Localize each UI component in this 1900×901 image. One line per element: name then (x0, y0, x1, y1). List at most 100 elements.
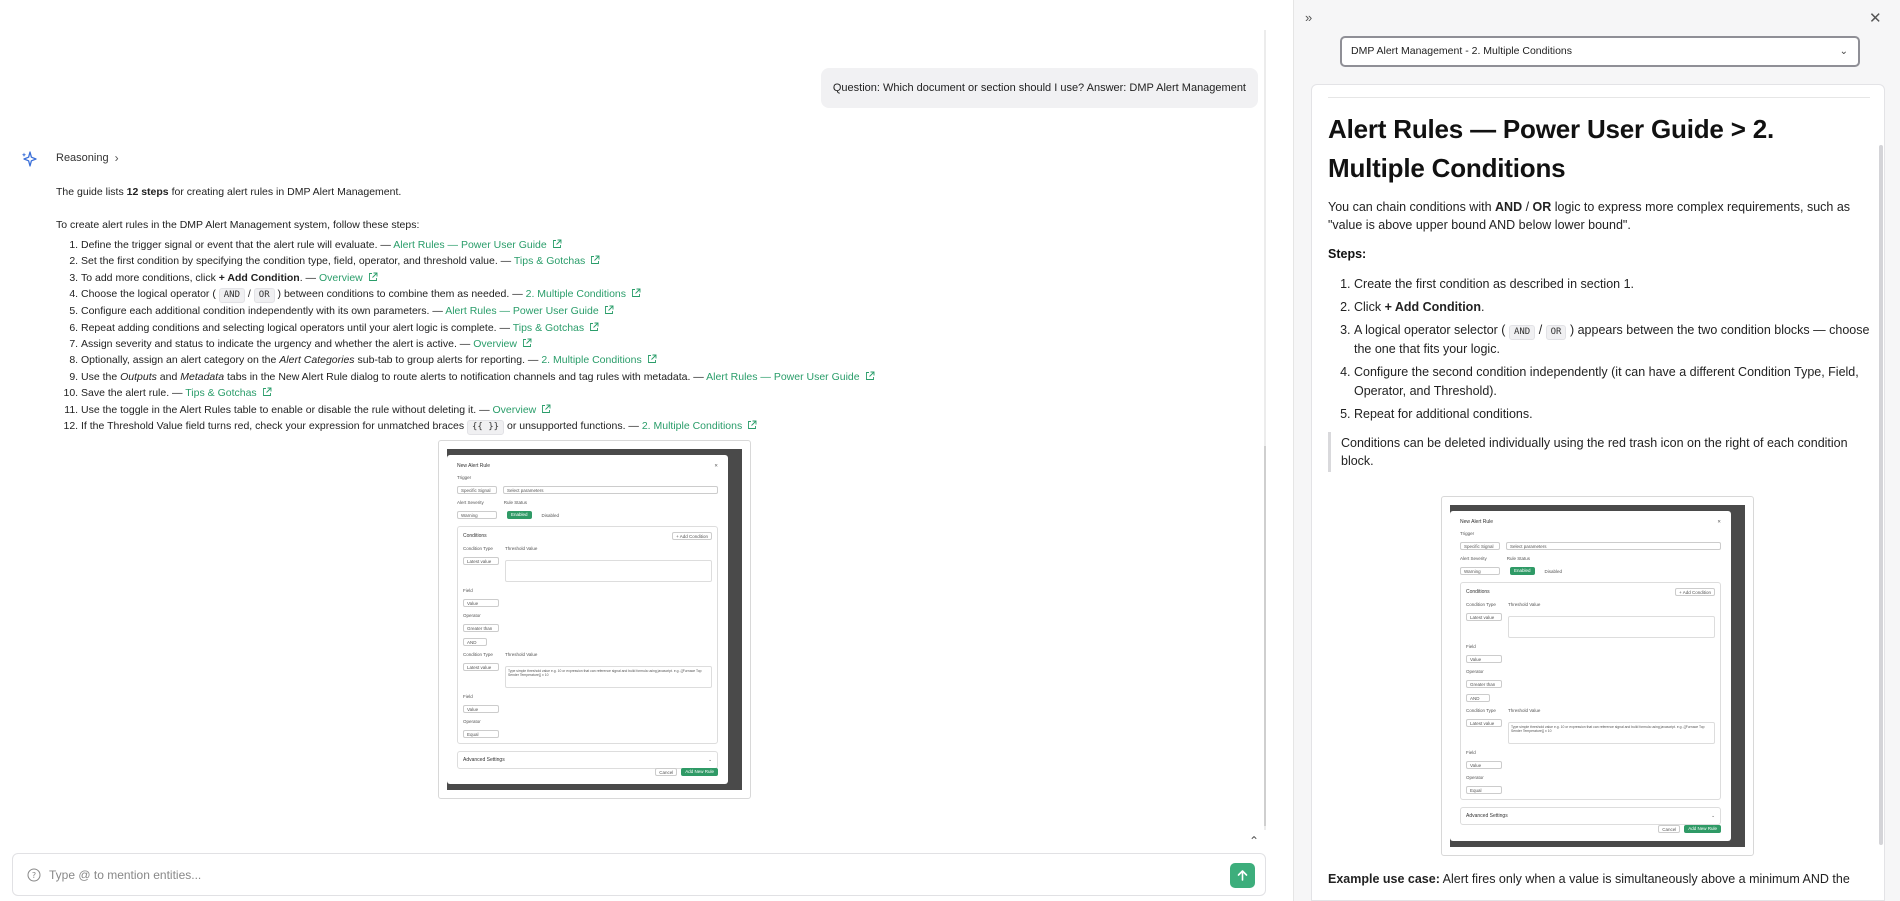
chat-scrollbar-thumb[interactable] (1264, 446, 1266, 826)
dialog-logic-value: AND (1466, 694, 1490, 702)
dialog-element: AND (463, 638, 712, 646)
dialog-field-value: Value (463, 705, 499, 713)
document-select[interactable]: DMP Alert Management - 2. Multiple Condi… (1340, 36, 1860, 67)
dialog-element: New Alert Rule ✕ (457, 463, 718, 469)
text: Use the toggle in the Alert Rules table … (81, 403, 493, 416)
text: / (245, 288, 254, 301)
dialog-element: Specific Signal Select parameters (1460, 542, 1721, 550)
dialog-condition-type-value: Latest value (463, 557, 499, 565)
external-link-icon[interactable] (368, 271, 378, 281)
dialog-condition-type-label: Condition Type (1466, 708, 1496, 713)
steps-heading: Steps: (1328, 247, 1367, 261)
dialog-condition-type-value: Latest value (1466, 613, 1502, 621)
dialog-element: Advanced Settings ⌄ (457, 751, 718, 769)
inline-code: AND (218, 288, 246, 304)
dialog-element: Equal (463, 730, 712, 738)
text: Save the alert rule. — (81, 387, 186, 400)
dialog-condition-type-label: Condition Type (1466, 602, 1496, 607)
dialog-operator-value: Equal (1466, 786, 1502, 794)
help-circle-icon[interactable]: ? (27, 868, 41, 882)
document-scrollbar[interactable] (1879, 145, 1883, 845)
italic-text: Alert Categories (279, 354, 355, 367)
external-link-icon[interactable] (552, 238, 562, 248)
external-link-icon[interactable] (604, 304, 614, 315)
source-link[interactable]: 2. Multiple Conditions (642, 420, 742, 432)
external-link-icon[interactable] (262, 386, 272, 397)
source-link[interactable]: Alert Rules — Power User Guide (706, 371, 859, 383)
external-link-icon[interactable] (522, 337, 532, 347)
scroll-to-top-icon[interactable]: ⌃ (1249, 834, 1259, 848)
dialog-screenshot: New Alert Rule ✕ Trigger Specific Signal … (447, 449, 742, 790)
text: To add more conditions, click (81, 271, 219, 284)
document-title: Alert Rules — Power User Guide > 2. Mult… (1328, 114, 1774, 183)
text: Create the first condition as described … (1354, 277, 1635, 291)
document-step: Configure the second condition independe… (1354, 363, 1870, 401)
dialog-conditions-panel: Conditions + Add Condition Condition Typ… (457, 526, 718, 744)
source-link[interactable]: Tips & Gotchas (514, 255, 585, 267)
dialog-element: Value (1466, 761, 1715, 769)
send-button[interactable] (1230, 863, 1255, 888)
dialog-element: Conditions + Add Condition (1466, 588, 1715, 596)
dialog-conditions-label: Conditions (463, 533, 487, 539)
dialog-condition-type-label: Condition Type (463, 652, 493, 657)
text: Repeat for additional conditions. (1354, 407, 1533, 421)
source-link[interactable]: Tips & Gotchas (185, 387, 256, 399)
text: Repeat adding conditions and selecting l… (81, 321, 513, 334)
new-alert-rule-dialog: New Alert Rule ✕ Trigger Specific Signal … (1450, 511, 1731, 841)
dialog-add-condition: + Add Condition (1675, 588, 1715, 596)
chat-input[interactable] (49, 864, 1199, 886)
dialog-element: Condition Type Threshold Value (463, 652, 712, 657)
external-link-icon[interactable] (647, 353, 657, 364)
text: tabs in the New Alert Rule dialog to rou… (224, 370, 707, 383)
source-link[interactable]: 2. Multiple Conditions (526, 288, 626, 300)
dialog-screenshot-image[interactable]: New Alert Rule ✕ Trigger Specific Signal … (1441, 496, 1754, 856)
dialog-operator-label: Operator (1466, 669, 1484, 674)
close-icon[interactable]: ✕ (1869, 9, 1882, 27)
dialog-advanced-settings: Advanced Settings (1466, 813, 1508, 819)
dialog-operator-value: Equal (463, 730, 499, 738)
answer-steps-list: Define the trigger signal or event that … (81, 237, 1176, 436)
dialog-element: Cancel Add New Rule (655, 768, 718, 776)
dialog-element: Alert Severity Rule Status (457, 500, 718, 505)
external-link-icon[interactable] (589, 321, 599, 331)
source-link[interactable]: Overview (493, 404, 537, 416)
answer-step: Use the Outputs and Metadata tabs in the… (81, 369, 1176, 385)
dialog-screenshot-thumbnail[interactable]: New Alert Rule ✕ Trigger Specific Signal … (438, 440, 751, 799)
source-link[interactable]: Alert Rules — Power User Guide (445, 305, 598, 317)
external-link-icon[interactable] (631, 287, 641, 298)
document-step: Create the first condition as described … (1354, 275, 1870, 294)
dialog-element: Conditions + Add Condition (463, 532, 712, 540)
external-link-icon[interactable] (590, 254, 600, 265)
answer-step: To add more conditions, click + Add Cond… (81, 270, 1176, 286)
answer-summary: The guide lists 12 steps for creating al… (56, 186, 402, 198)
dialog-element: Cancel Add New Rule (1658, 825, 1721, 833)
source-link[interactable]: Overview (473, 338, 517, 350)
dialog-screenshot: New Alert Rule ✕ Trigger Specific Signal … (1450, 505, 1745, 847)
dialog-backdrop: New Alert Rule ✕ Trigger Specific Signal … (447, 449, 742, 790)
assistant-answer: The guide lists 12 steps for creating al… (56, 185, 1176, 436)
text: Set the first condition by specifying th… (81, 255, 514, 268)
dialog-threshold-hint: Type simple threshold value e.g. 10 or e… (1508, 722, 1715, 744)
source-link[interactable]: Overview (319, 272, 363, 284)
source-link[interactable]: Alert Rules — Power User Guide (393, 239, 546, 251)
dialog-element: Operator (463, 719, 712, 724)
dialog-threshold-hint: Type simple threshold value e.g. 10 or e… (505, 666, 712, 688)
italic-text: Outputs (120, 370, 157, 383)
external-link-icon[interactable] (865, 370, 875, 380)
dialog-element: Latest value Type simple threshold value… (463, 663, 712, 688)
expand-panel-icon[interactable]: » (1305, 10, 1312, 25)
external-link-icon[interactable] (747, 419, 757, 430)
dialog-element: Latest value (463, 557, 712, 582)
dialog-conditions-label: Conditions (1466, 589, 1490, 595)
dialog-field-value: Value (1466, 655, 1502, 663)
dialog-element: Field (1466, 644, 1715, 649)
dialog-field-value: Value (463, 599, 499, 607)
dialog-cancel-button: Cancel (1658, 825, 1681, 833)
external-link-icon[interactable] (541, 403, 551, 413)
source-link[interactable]: Tips & Gotchas (513, 322, 584, 334)
source-link[interactable]: 2. Multiple Conditions (541, 354, 641, 366)
dialog-advanced-settings: Advanced Settings (463, 757, 505, 763)
document-steps-list: Create the first condition as described … (1354, 275, 1870, 424)
dialog-element: Field (463, 588, 712, 593)
reasoning-toggle[interactable]: Reasoning › (56, 151, 119, 165)
